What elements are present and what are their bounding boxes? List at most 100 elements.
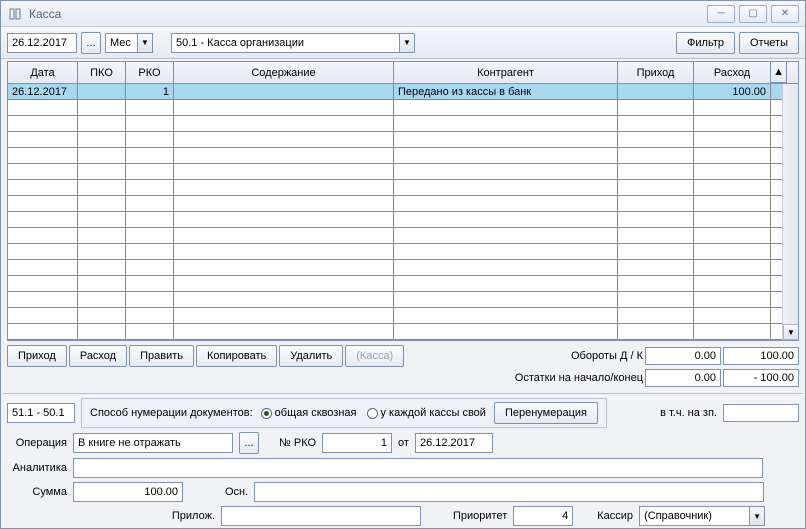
table-row[interactable] bbox=[8, 180, 798, 196]
renumber-button[interactable]: Перенумерация bbox=[494, 402, 598, 424]
cell-empty bbox=[78, 100, 126, 115]
cell-empty bbox=[78, 148, 126, 163]
period-input[interactable] bbox=[105, 33, 137, 53]
cell-empty bbox=[8, 292, 78, 307]
cell-pko bbox=[78, 84, 126, 99]
titlebar: Касса ─ ▢ ✕ bbox=[1, 1, 805, 27]
cell-empty bbox=[694, 164, 771, 179]
cell-empty bbox=[618, 292, 694, 307]
table-row[interactable] bbox=[8, 132, 798, 148]
incl-salary-label: в т.ч. на зп. bbox=[660, 407, 717, 419]
basis-label: Осн. bbox=[225, 486, 248, 498]
table-row[interactable] bbox=[8, 148, 798, 164]
cell-empty bbox=[394, 180, 618, 195]
scroll-down-button[interactable]: ▼ bbox=[783, 324, 798, 340]
operation-input[interactable] bbox=[73, 433, 233, 453]
table-row[interactable] bbox=[8, 260, 798, 276]
filter-date-input[interactable] bbox=[7, 33, 77, 53]
cell-empty bbox=[394, 244, 618, 259]
table-row[interactable] bbox=[8, 292, 798, 308]
cell-empty bbox=[394, 308, 618, 323]
col-header-rko[interactable]: РКО bbox=[126, 62, 174, 83]
table-row[interactable] bbox=[8, 116, 798, 132]
docno-input[interactable] bbox=[322, 433, 392, 453]
chevron-down-icon[interactable]: ▼ bbox=[399, 33, 415, 53]
period-combo[interactable]: ▼ bbox=[105, 33, 153, 53]
cell-empty bbox=[8, 260, 78, 275]
account-input[interactable] bbox=[171, 33, 399, 53]
basis-input[interactable] bbox=[254, 482, 764, 502]
col-header-income[interactable]: Приход bbox=[618, 62, 694, 83]
cell-contr: Передано из кассы в банк bbox=[394, 84, 618, 99]
sum-input[interactable] bbox=[73, 482, 183, 502]
table-row[interactable] bbox=[8, 308, 798, 324]
cell-empty bbox=[8, 148, 78, 163]
cell-empty bbox=[618, 180, 694, 195]
date-picker-button[interactable]: ... bbox=[81, 32, 101, 54]
filter-button[interactable]: Фильтр bbox=[676, 32, 735, 54]
corr-accounts[interactable] bbox=[7, 403, 75, 423]
col-header-date[interactable]: Дата bbox=[8, 62, 78, 83]
cell-empty bbox=[8, 276, 78, 291]
cell-empty bbox=[618, 228, 694, 243]
cell-empty bbox=[174, 180, 394, 195]
docno-label: № РКО bbox=[279, 437, 316, 449]
top-toolbar: ... ▼ ▼ Фильтр Отчеты bbox=[1, 27, 805, 59]
edit-button[interactable]: Править bbox=[129, 345, 194, 367]
cell-empty bbox=[126, 292, 174, 307]
maximize-button[interactable]: ▢ bbox=[739, 5, 767, 23]
attach-label: Прилож. bbox=[7, 510, 215, 522]
copy-button[interactable]: Копировать bbox=[196, 345, 277, 367]
expense-button[interactable]: Расход bbox=[69, 345, 127, 367]
priority-input[interactable] bbox=[513, 506, 573, 526]
cell-empty bbox=[8, 308, 78, 323]
docdate-input[interactable] bbox=[415, 433, 493, 453]
cell-empty bbox=[174, 260, 394, 275]
col-header-expense[interactable]: Расход bbox=[694, 62, 771, 83]
book-icon bbox=[7, 6, 23, 22]
delete-button[interactable]: Удалить bbox=[279, 345, 343, 367]
cell-empty bbox=[174, 132, 394, 147]
analytics-input[interactable] bbox=[73, 458, 763, 478]
attach-input[interactable] bbox=[221, 506, 421, 526]
cell-empty bbox=[174, 196, 394, 211]
table-row[interactable] bbox=[8, 196, 798, 212]
table-row[interactable] bbox=[8, 228, 798, 244]
cell-empty bbox=[694, 260, 771, 275]
cashier-input[interactable] bbox=[639, 506, 749, 526]
cell-empty bbox=[618, 308, 694, 323]
cell-empty bbox=[394, 196, 618, 211]
close-button[interactable]: ✕ bbox=[771, 5, 799, 23]
table-row[interactable]: 26.12.20171Передано из кассы в банк100.0… bbox=[8, 84, 798, 100]
table-row[interactable] bbox=[8, 100, 798, 116]
cell-empty bbox=[78, 276, 126, 291]
numbering-common-radio[interactable]: общая сквозная bbox=[261, 407, 357, 419]
col-header-pko[interactable]: ПКО bbox=[78, 62, 126, 83]
income-button[interactable]: Приход bbox=[7, 345, 67, 367]
incl-salary[interactable] bbox=[723, 404, 799, 422]
col-header-desc[interactable]: Содержание bbox=[174, 62, 394, 83]
window-title: Касса bbox=[29, 7, 703, 21]
cell-empty bbox=[694, 324, 771, 339]
table-row[interactable] bbox=[8, 276, 798, 292]
chevron-down-icon[interactable]: ▼ bbox=[749, 506, 765, 526]
grid-body[interactable]: 26.12.20171Передано из кассы в банк100.0… bbox=[8, 84, 798, 340]
table-row[interactable] bbox=[8, 212, 798, 228]
table-row[interactable] bbox=[8, 324, 798, 340]
cashier-combo[interactable]: ▼ bbox=[639, 506, 765, 526]
attach-row: Прилож. Приоритет Кассир ▼ bbox=[1, 506, 805, 526]
priority-label: Приоритет bbox=[453, 510, 507, 522]
table-row[interactable] bbox=[8, 164, 798, 180]
cell-empty bbox=[694, 148, 771, 163]
numbering-each-radio[interactable]: у каждой кассы свой bbox=[367, 407, 486, 419]
vertical-scrollbar[interactable]: ▼ bbox=[782, 84, 798, 340]
table-row[interactable] bbox=[8, 244, 798, 260]
col-header-contragent[interactable]: Контрагент bbox=[394, 62, 618, 83]
chevron-down-icon[interactable]: ▼ bbox=[137, 33, 153, 53]
minimize-button[interactable]: ─ bbox=[707, 5, 735, 23]
account-combo[interactable]: ▼ bbox=[171, 33, 415, 53]
kassa-button[interactable]: (Касса) bbox=[345, 345, 404, 367]
reports-button[interactable]: Отчеты bbox=[739, 32, 799, 54]
operation-picker-button[interactable]: ... bbox=[239, 432, 259, 454]
cell-empty bbox=[694, 196, 771, 211]
